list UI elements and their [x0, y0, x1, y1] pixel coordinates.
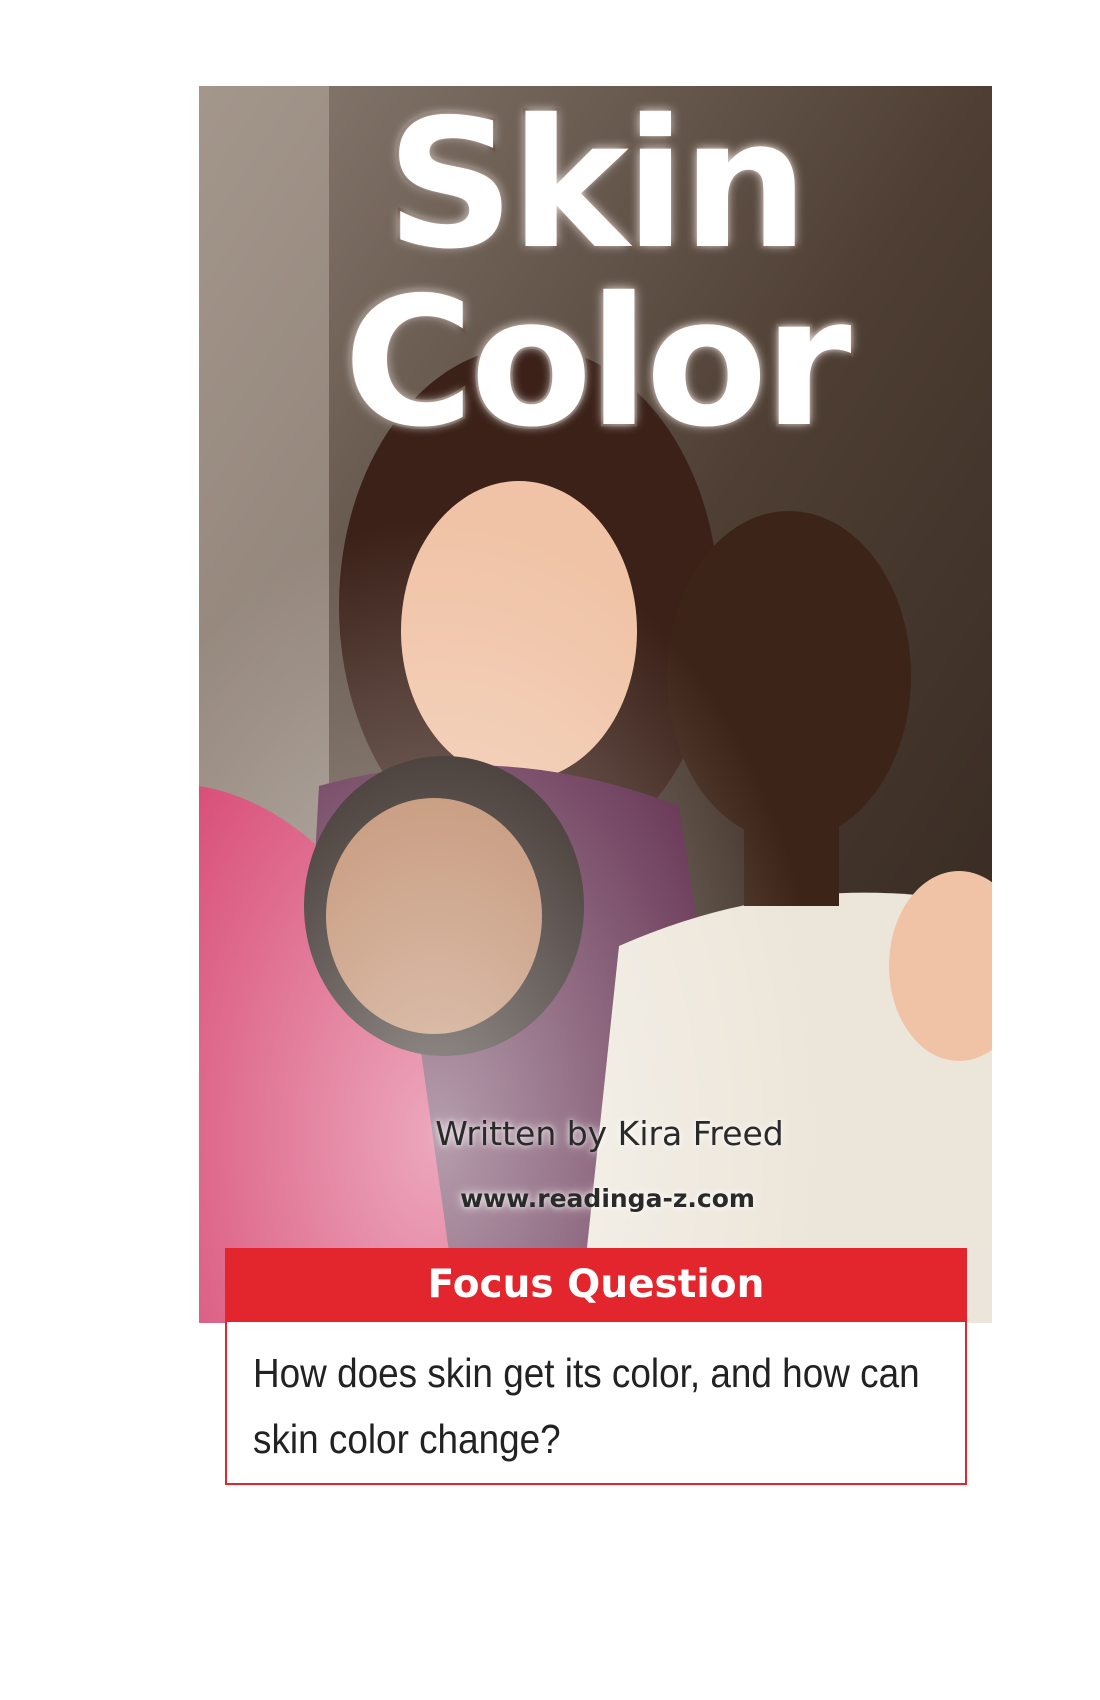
cover-image: Skin Color Written by Kira Freed www.rea… — [199, 86, 992, 1323]
website-url: www.readinga-z.com — [460, 1184, 755, 1213]
focus-question-box: How does skin get its color, and how can… — [225, 1322, 967, 1485]
author-credit: Written by Kira Freed — [435, 1114, 784, 1153]
book-title: Skin Color — [341, 86, 854, 466]
focus-question-text: How does skin get its color, and how can… — [253, 1350, 920, 1462]
focus-question-header: Focus Question — [225, 1248, 967, 1322]
